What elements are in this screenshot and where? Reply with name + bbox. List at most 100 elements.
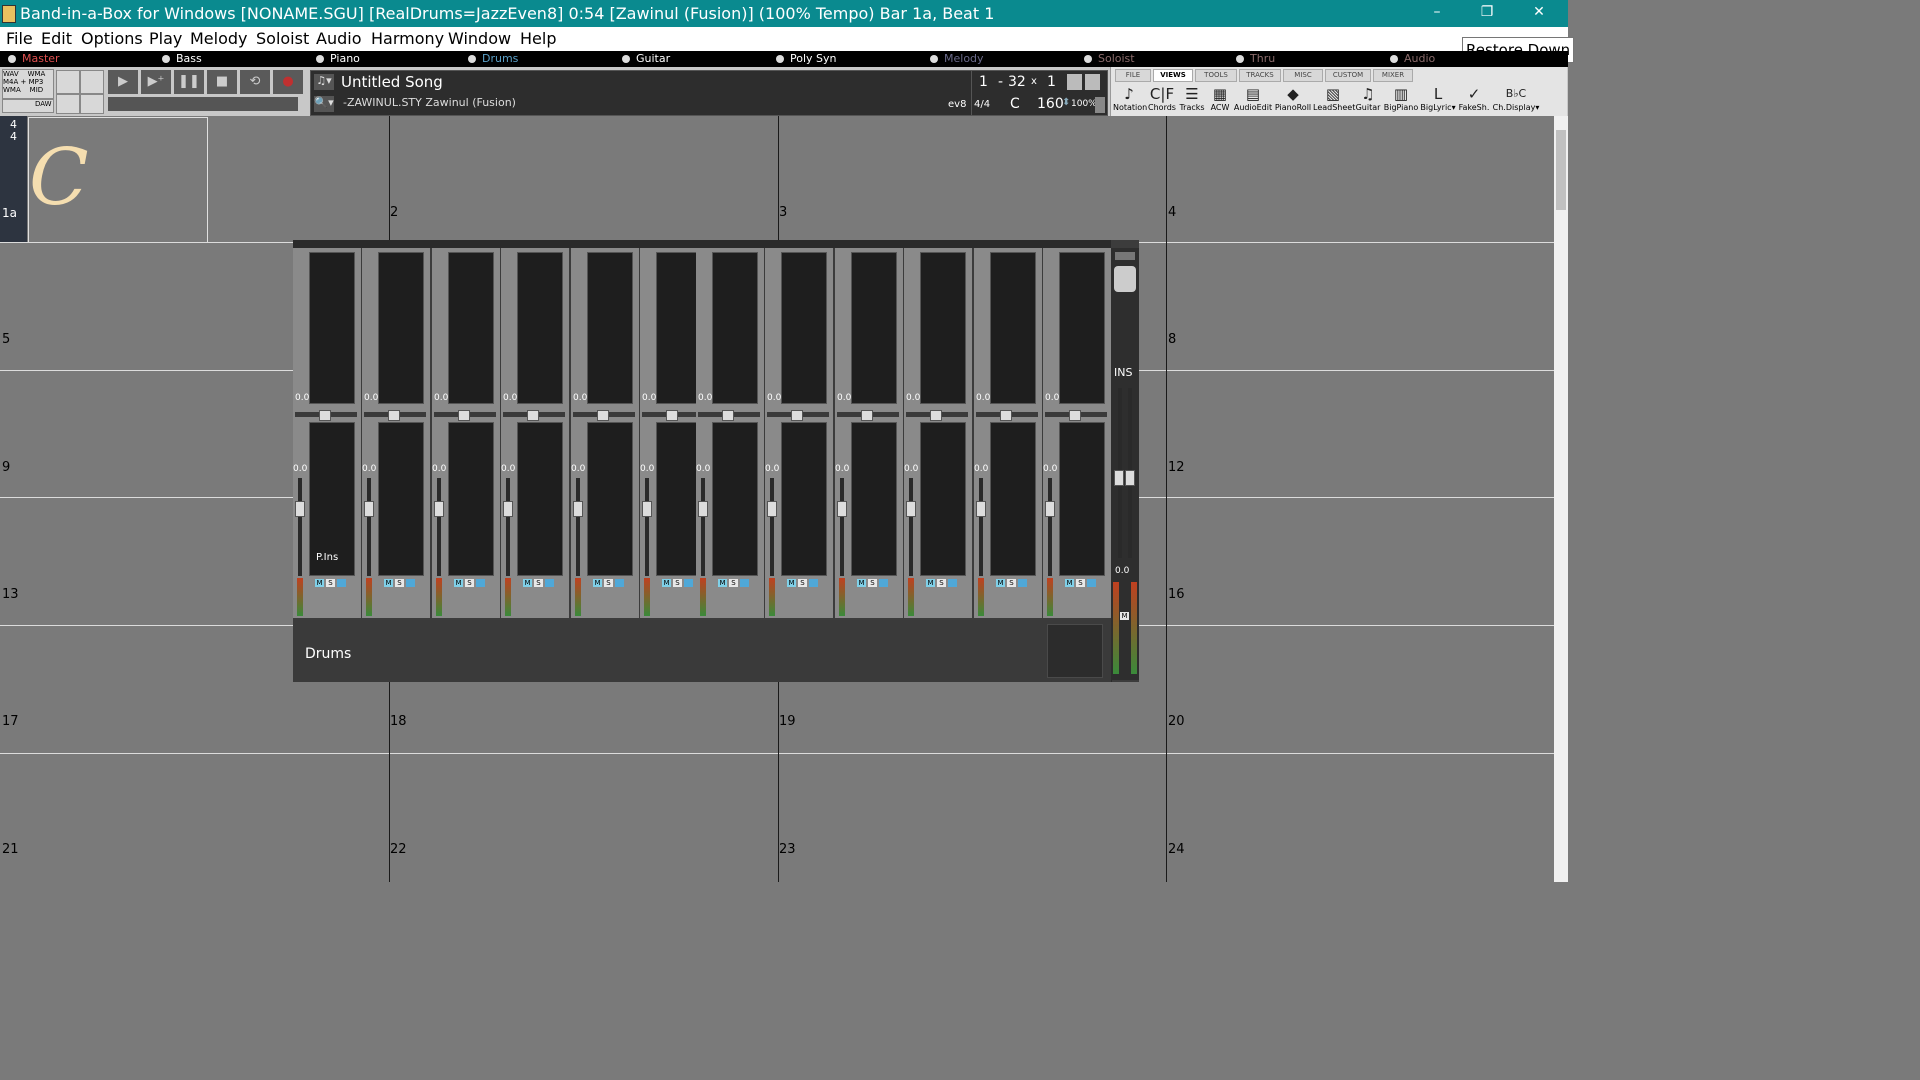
monitor-button[interactable]: .: [740, 579, 749, 587]
mute-button[interactable]: M: [1065, 579, 1074, 587]
channel-name-cell[interactable]: [904, 620, 975, 682]
channel-name-cell[interactable]: [362, 620, 433, 682]
position-slider[interactable]: [108, 97, 298, 111]
style-menu-icon[interactable]: 🔍▾: [314, 96, 334, 112]
mute-button[interactable]: M: [315, 579, 324, 587]
mute-button[interactable]: M: [718, 579, 727, 587]
pan-knob[interactable]: [597, 410, 609, 421]
monitor-button[interactable]: .: [809, 579, 818, 587]
tab-tools[interactable]: TOOLS: [1195, 69, 1237, 82]
open-icon[interactable]: [56, 70, 80, 94]
monitor-button[interactable]: .: [1018, 579, 1027, 587]
bar-cell-1[interactable]: C: [28, 117, 208, 243]
menu-play[interactable]: Play: [149, 29, 182, 48]
pause-icon[interactable]: ❚❚: [174, 70, 204, 94]
solo-button[interactable]: S: [868, 579, 877, 587]
master-fader-left[interactable]: [1114, 470, 1124, 486]
restore-button[interactable]: ❐: [1462, 0, 1512, 27]
channel-name-cell[interactable]: [640, 620, 697, 682]
volume-fader-track[interactable]: [645, 478, 649, 576]
solo-button[interactable]: S: [937, 579, 946, 587]
track-button-drums[interactable]: Drums: [468, 52, 518, 65]
channel-name-cell[interactable]: [974, 620, 1044, 682]
volume-fader-knob[interactable]: [503, 501, 513, 517]
channel-insert-area[interactable]: [448, 422, 494, 576]
mute-button[interactable]: M: [996, 579, 1005, 587]
menu-audio[interactable]: Audio: [316, 29, 361, 48]
channel-insert-area[interactable]: [587, 422, 633, 576]
track-button-melody[interactable]: Melody: [930, 52, 984, 65]
mute-button[interactable]: M: [523, 579, 532, 587]
channel-name-cell[interactable]: [835, 620, 905, 682]
monitor-button[interactable]: .: [948, 579, 957, 587]
pan-knob[interactable]: [930, 410, 942, 421]
solo-button[interactable]: S: [395, 579, 404, 587]
solo-button[interactable]: S: [798, 579, 807, 587]
menu-harmony[interactable]: Harmony: [371, 29, 444, 48]
plugin-insert-label[interactable]: P.Ins: [316, 552, 338, 563]
pan-knob[interactable]: [722, 410, 734, 421]
monitor-button[interactable]: .: [545, 579, 554, 587]
menu-melody[interactable]: Melody: [190, 29, 248, 48]
volume-fader-knob[interactable]: [573, 501, 583, 517]
tab-file[interactable]: FILE: [1115, 69, 1151, 82]
chord-display-view-button[interactable]: B♭C Ch.Display▾: [1491, 85, 1541, 112]
guitar-view-button[interactable]: ♫ Guitar: [1353, 85, 1383, 112]
choruses-count[interactable]: 1: [1047, 74, 1056, 90]
feel-label[interactable]: ev8: [948, 99, 966, 110]
volume-fader-track[interactable]: [1048, 478, 1052, 576]
settings-gear-icon[interactable]: [1085, 74, 1100, 90]
inserts-label[interactable]: INS: [1114, 366, 1132, 379]
volume-fader-track[interactable]: [437, 478, 441, 576]
solo-button[interactable]: S: [465, 579, 474, 587]
start-bar[interactable]: 1: [979, 74, 988, 90]
pan-knob[interactable]: [319, 410, 331, 421]
volume-fader-track[interactable]: [367, 478, 371, 576]
end-bar[interactable]: 32: [1008, 74, 1026, 90]
track-button-piano[interactable]: Piano: [316, 52, 360, 65]
menu-edit[interactable]: Edit: [41, 29, 72, 48]
audioedit-view-button[interactable]: ▤ AudioEdit: [1233, 85, 1273, 112]
channel-name-cell[interactable]: [432, 620, 502, 682]
tempo-spin-icon[interactable]: ⬍: [1062, 97, 1070, 108]
edit-icon[interactable]: [80, 70, 104, 94]
menu-options[interactable]: Options: [81, 29, 143, 48]
mute-button[interactable]: M: [662, 579, 671, 587]
vertical-scrollbar[interactable]: [1554, 116, 1568, 882]
volume-fader-knob[interactable]: [295, 501, 305, 517]
master-fader-right[interactable]: [1125, 470, 1135, 486]
volume-fader-track[interactable]: [576, 478, 580, 576]
track-button-soloist[interactable]: Soloist: [1084, 52, 1135, 65]
fakesheet-view-button[interactable]: ✓ FakeSh.: [1457, 85, 1491, 112]
track-button-thru[interactable]: Thru: [1236, 52, 1275, 65]
notes-icon[interactable]: [1067, 74, 1082, 90]
pan-knob[interactable]: [666, 410, 678, 421]
chord-symbol[interactable]: C: [29, 133, 89, 223]
monitor-button[interactable]: .: [337, 579, 346, 587]
pianoroll-view-button[interactable]: ◆ PianoRoll: [1273, 85, 1313, 112]
volume-fader-knob[interactable]: [837, 501, 847, 517]
chords-view-button[interactable]: C|F Chords: [1147, 85, 1177, 112]
monitor-button[interactable]: .: [879, 579, 888, 587]
style-name[interactable]: -ZAWINUL.STY Zawinul (Fusion): [343, 96, 516, 109]
channel-insert-area[interactable]: [990, 422, 1036, 576]
save-icon[interactable]: [56, 94, 80, 114]
list-icon[interactable]: [1095, 97, 1105, 113]
mute-button[interactable]: M: [384, 579, 393, 587]
solo-button[interactable]: S: [1076, 579, 1085, 587]
solo-button[interactable]: S: [729, 579, 738, 587]
solo-button[interactable]: S: [534, 579, 543, 587]
pan-knob[interactable]: [791, 410, 803, 421]
pan-knob[interactable]: [1069, 410, 1081, 421]
mute-button[interactable]: M: [787, 579, 796, 587]
track-button-audio[interactable]: Audio: [1390, 52, 1435, 65]
track-button-guitar[interactable]: Guitar: [622, 52, 670, 65]
solo-button[interactable]: S: [604, 579, 613, 587]
daw-button[interactable]: DAW: [2, 99, 54, 113]
volume-fader-knob[interactable]: [767, 501, 777, 517]
minimize-button[interactable]: –: [1412, 0, 1462, 27]
play-icon[interactable]: ▶: [108, 70, 138, 94]
volume-fader-track[interactable]: [770, 478, 774, 576]
menu-help[interactable]: Help: [520, 29, 556, 48]
volume-fader-knob[interactable]: [364, 501, 374, 517]
